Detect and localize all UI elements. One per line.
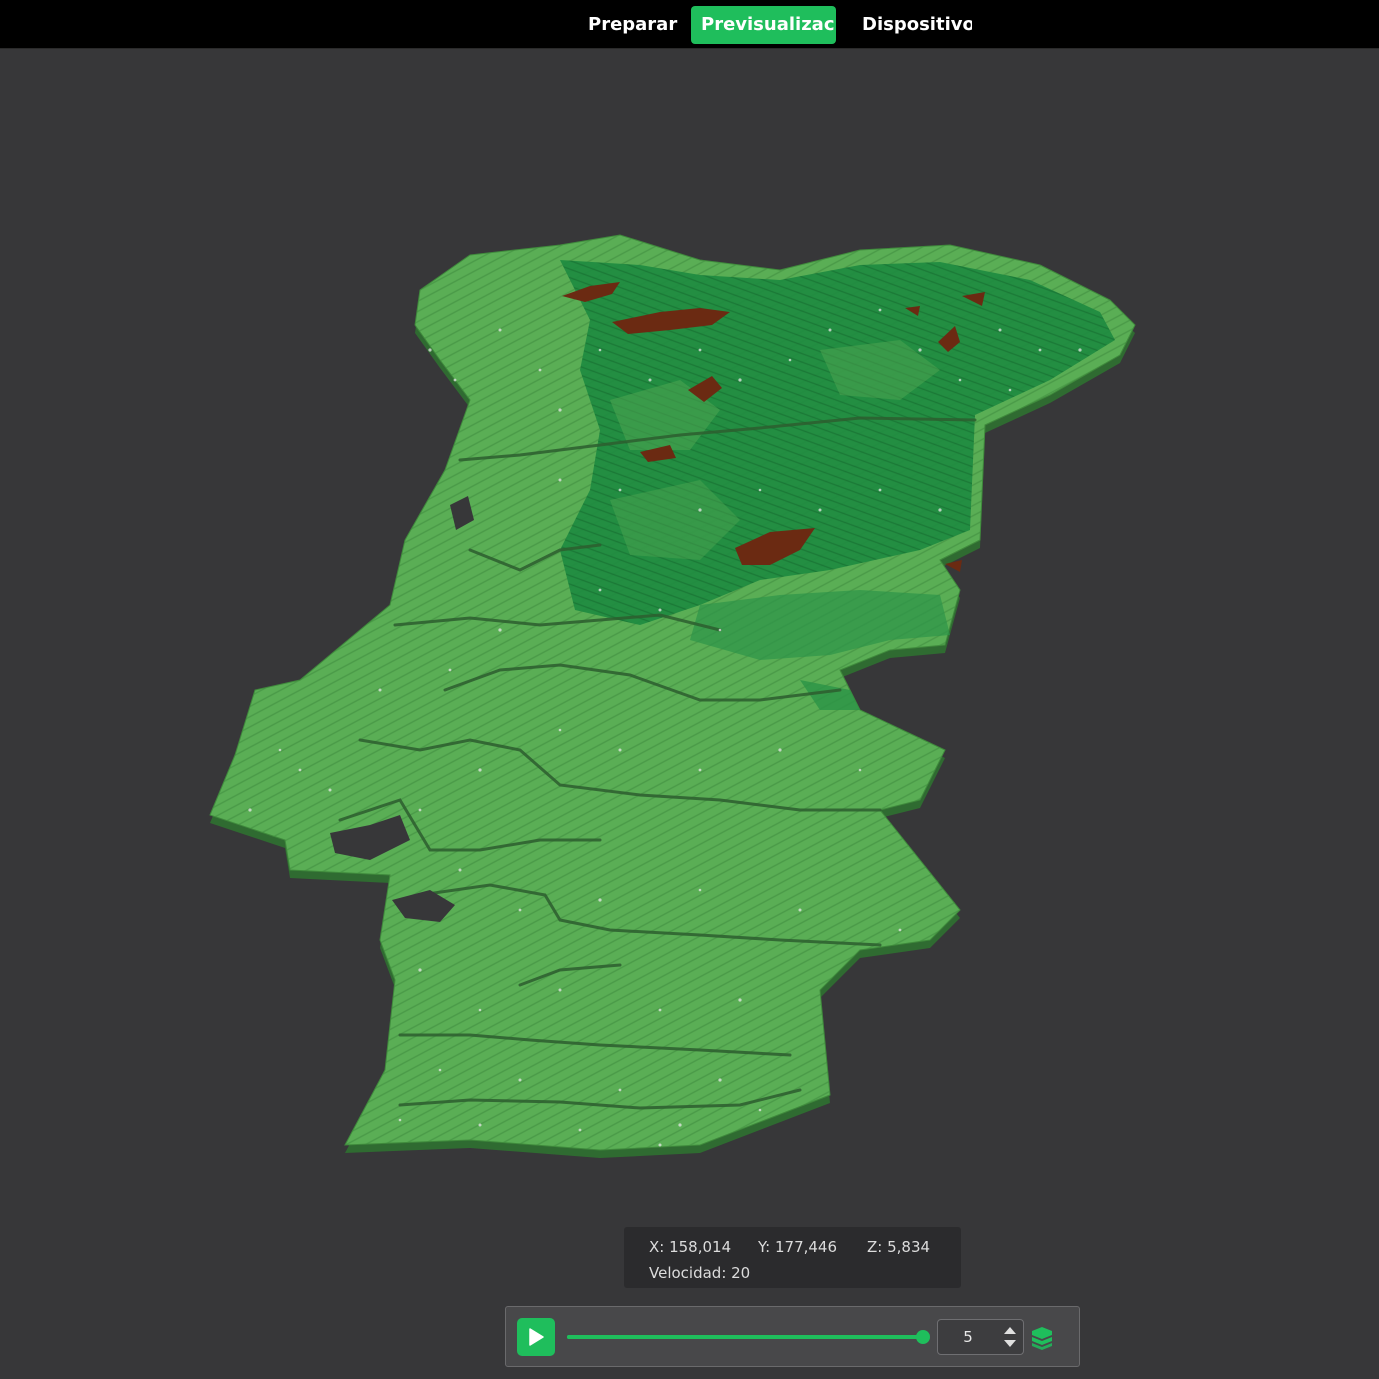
play-button[interactable] bbox=[517, 1318, 555, 1356]
play-icon bbox=[529, 1328, 544, 1346]
layer-slider-handle[interactable] bbox=[916, 1330, 930, 1344]
coord-z: Z: 5,834 bbox=[867, 1238, 931, 1256]
terrain-model bbox=[209, 234, 1136, 1158]
playback-bar: 5 bbox=[505, 1306, 1080, 1367]
layer-stepper[interactable]: 5 bbox=[937, 1319, 1024, 1355]
layers-icon[interactable] bbox=[1029, 1325, 1055, 1351]
coord-x: X: 158,014 bbox=[649, 1238, 732, 1256]
coord-y: Y: 177,446 bbox=[758, 1238, 838, 1256]
tab-dispositivo[interactable]: Dispositivo bbox=[852, 6, 972, 44]
up-down-arrows-icon[interactable] bbox=[1000, 1323, 1020, 1351]
layer-slider-fill bbox=[567, 1335, 923, 1339]
coordinates-panel: X: 158,014 Y: 177,446 Z: 5,834 Velocidad… bbox=[624, 1227, 961, 1288]
tab-preparar[interactable]: Preparar bbox=[578, 6, 678, 44]
speed-readout: Velocidad: 20 bbox=[649, 1264, 751, 1282]
top-toolbar: Preparar Previsualización Dispositivo bbox=[0, 0, 1379, 49]
layer-stepper-value[interactable]: 5 bbox=[938, 1320, 998, 1354]
tab-previsualizacion[interactable]: Previsualización bbox=[691, 6, 836, 44]
3d-preview-viewport[interactable] bbox=[0, 50, 1379, 1220]
layer-slider[interactable] bbox=[567, 1330, 930, 1344]
